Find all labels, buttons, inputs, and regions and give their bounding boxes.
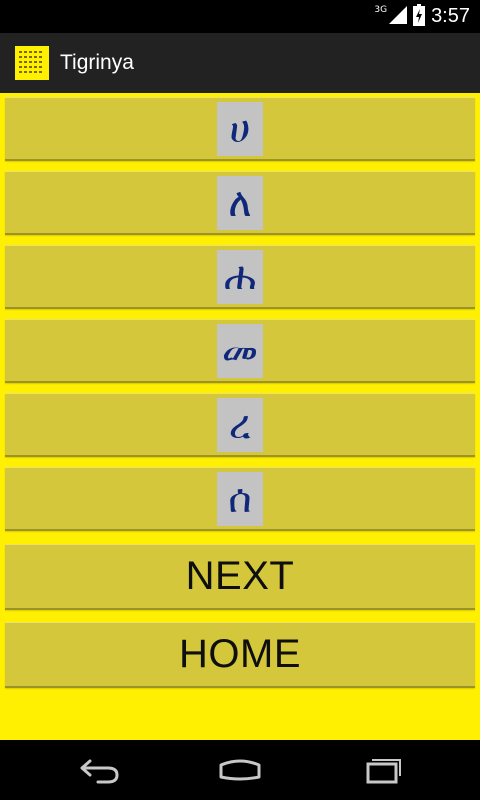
status-bar: 3G 3:57 [0,0,480,33]
home-button[interactable]: HOME [5,622,475,688]
letter-button-ha[interactable]: ሀ [5,97,475,161]
signal-icon [389,5,408,28]
app-title: Tigrinya [60,51,134,74]
status-icons: 3G 3:57 [374,0,470,33]
letter-button-me[interactable]: መ [5,319,475,383]
letter-glyph: መ [217,323,263,378]
letter-button-se[interactable]: ሰ [5,467,475,531]
letter-glyph: ሀ [217,101,263,156]
home-icon[interactable] [210,748,270,792]
next-button[interactable]: NEXT [5,544,475,610]
content-area: ሀ ለ ሐ መ ረ ሰ NEXT HOME [0,93,480,740]
letter-button-hha[interactable]: ሐ [5,245,475,309]
letter-glyph: ረ [217,397,263,452]
action-bar: Tigrinya [0,33,480,93]
letter-button-le[interactable]: ለ [5,171,475,235]
letter-glyph: ሰ [217,471,263,526]
navigation-bar [0,740,480,800]
network-type-label: 3G [374,4,388,15]
app-icon[interactable] [15,46,49,80]
letter-glyph: ሐ [217,249,263,304]
home-button-label: HOME [179,632,301,676]
next-button-label: NEXT [185,554,295,598]
letter-button-re[interactable]: ረ [5,393,475,457]
battery-charging-icon [413,3,426,30]
clock: 3:57 [431,5,470,27]
back-icon[interactable] [70,748,130,792]
letter-glyph: ለ [217,175,263,230]
recent-apps-icon[interactable] [352,748,412,792]
